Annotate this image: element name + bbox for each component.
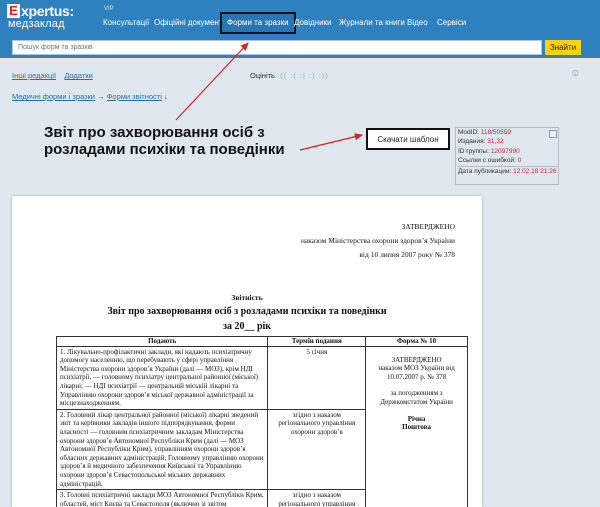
rating-buttons[interactable]: :(( :( :| :) :))	[277, 71, 329, 80]
column-header-deadline: Термін подання	[267, 336, 367, 347]
approved-label: ЗАТВЕРДЖЕНО	[401, 222, 455, 231]
rss-icon[interactable]: ⦶	[572, 68, 579, 79]
nav-reference-books[interactable]: Довідники	[294, 14, 332, 32]
expertus-logo[interactable]: E xpertus: медзаклад	[7, 3, 97, 34]
form-info-cell: ЗАТВЕРДЖЕНО наказом МОЗ України від 10.0…	[365, 345, 468, 507]
breadcrumb-separator: →	[97, 92, 105, 101]
errors-value: 0	[517, 157, 522, 165]
nav-consultations[interactable]: Консультації	[103, 14, 149, 32]
report-type-label: Звітність	[231, 293, 263, 302]
form-period-mail: Поштова	[402, 423, 431, 432]
breadcrumb-tail-arrow: ↓	[163, 92, 168, 101]
vip-badge: VIP	[104, 6, 114, 12]
approved-date: від 10 липня 2007 року № 378	[359, 250, 455, 259]
attachments-link[interactable]: Додатки	[64, 71, 92, 80]
deadline-cell: 5 січня	[267, 345, 367, 410]
date-label: Дата публикации:	[458, 167, 512, 175]
download-template-label: Скачати шаблон	[377, 135, 439, 144]
top-navigation-bar: E xpertus: медзаклад VIP Консультації Оф…	[0, 0, 600, 37]
submitters-cell: 3. Головні психіатричні заклади МОЗ Авто…	[55, 489, 269, 507]
approval-block: ЗАТВЕРДЖЕНО наказом Міністерства охорони…	[301, 220, 455, 262]
rating-label: Оцініть	[250, 71, 275, 80]
approved-order: наказом Міністерства охорони здоров’я Ук…	[300, 236, 455, 245]
search-button[interactable]: Знайти	[545, 40, 581, 55]
modid-label: ModID:	[458, 129, 479, 136]
document-preview: ЗАТВЕРДЖЕНО наказом Міністерства охорони…	[12, 196, 482, 507]
download-template-button[interactable]: Скачати шаблон	[366, 128, 450, 150]
nav-forms-and-samples[interactable]: Форми та зразки	[220, 12, 296, 34]
report-title: Звіт про захворювання осіб з розладами п…	[107, 306, 387, 317]
submission-table: Подають Термін подання Форма № 10 1. Лік…	[55, 336, 468, 507]
rating-widget: Оцініть :(( :( :| :) :))	[250, 71, 329, 80]
group-value: 12097990	[490, 147, 520, 155]
page-title: Звіт про захворювання осіб з розладами п…	[44, 124, 285, 158]
nav-official-documents[interactable]: Офіційні документи	[154, 14, 227, 32]
form-order: наказом МОЗ України від 10.07.2007 р. № …	[378, 364, 455, 381]
form-approved: ЗАТВЕРДЖЕНО	[391, 355, 442, 364]
logo-letter: E	[7, 4, 20, 18]
edition-value: 31,32	[487, 138, 504, 146]
copy-icon[interactable]	[549, 130, 557, 138]
date-value: 12.02.18 21:26	[513, 167, 557, 175]
search-input[interactable]	[12, 40, 542, 55]
submitters-cell: 2. Головний лікар центральної районної (…	[55, 408, 269, 491]
nav-services[interactable]: Сервіси	[437, 14, 466, 32]
column-header-submitters: Подають	[55, 336, 269, 347]
form-agreed: за погодженням з Держкомстатом України	[380, 389, 453, 406]
deadline-cell: згідно з наказом регіонального управлінн…	[267, 489, 367, 507]
errors-label: Ссылки с ошибкой:	[458, 157, 516, 165]
form-number: Форма № 10	[365, 336, 468, 347]
breadcrumb-medical-forms[interactable]: Медичні форми і зразки	[12, 92, 95, 101]
nav-video[interactable]: Відео	[407, 14, 428, 32]
group-label: ID группы:	[458, 147, 489, 155]
table-row: 1. Лікувально-профілактичні заклади, які…	[55, 345, 468, 507]
logo-subtitle: медзаклад	[8, 18, 65, 30]
deadline-cell: згідно з наказом регіонального управлінн…	[267, 408, 367, 491]
edition-label: Издания:	[458, 138, 486, 146]
form-period-annual: Річна	[407, 414, 426, 423]
modid-value: 118/50559	[480, 129, 512, 136]
breadcrumb: Медичні форми і зразки → Форми звітності…	[12, 92, 168, 101]
submitters-cell: 1. Лікувально-профілактичні заклади, які…	[55, 345, 269, 410]
document-info-box: ModID: 118/50559 Издания: 31,32 ID групп…	[455, 127, 559, 185]
other-editions-link[interactable]: Інші редакції	[12, 71, 56, 80]
logo-text: xpertus:	[21, 3, 74, 19]
document-links: Інші редакції Додатки	[12, 71, 93, 80]
breadcrumb-report-forms[interactable]: Форми звітності	[107, 92, 162, 101]
report-year: за 20__ рік	[222, 321, 272, 332]
search-bar: Знайти	[0, 37, 600, 58]
nav-journals-and-books[interactable]: Журнали та книги	[339, 14, 405, 32]
